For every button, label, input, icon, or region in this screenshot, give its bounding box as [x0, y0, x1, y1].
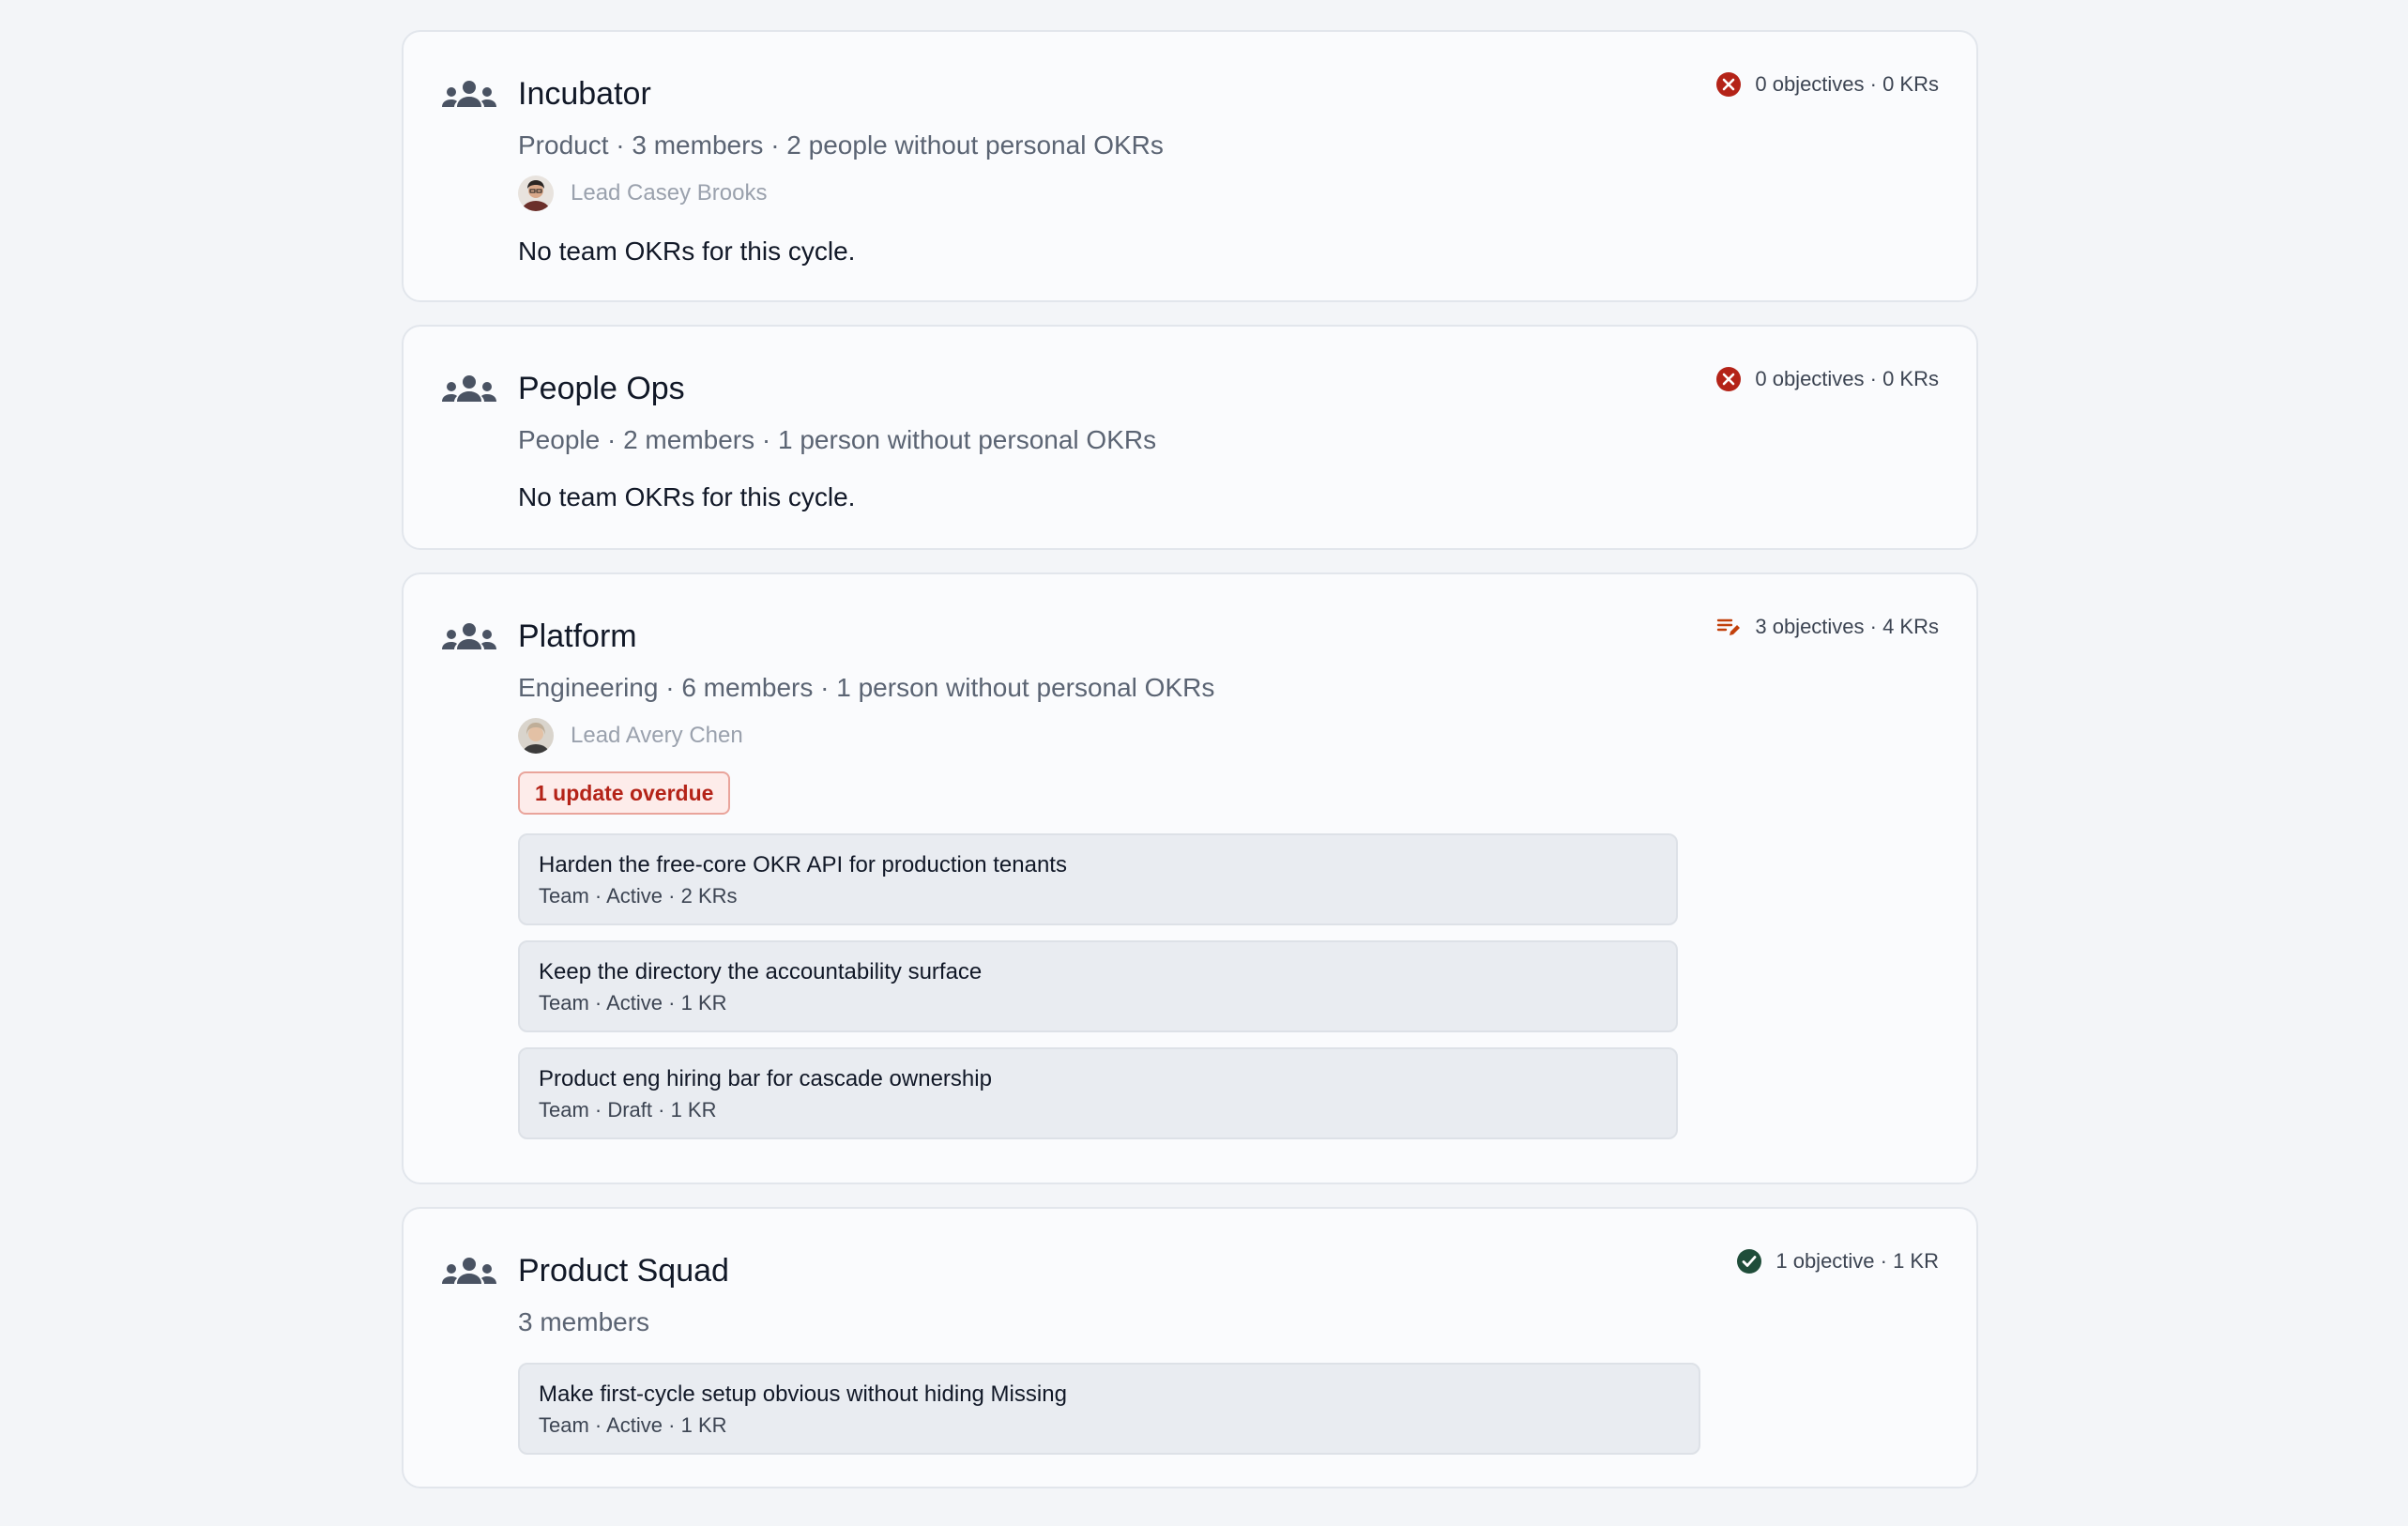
- error-circle-icon: [1715, 366, 1742, 392]
- team-meta: Product · 3 members · 2 people without p…: [518, 130, 1164, 160]
- team-meta: 3 members: [518, 1307, 650, 1336]
- lead-name: Lead Avery Chen: [571, 723, 743, 748]
- overdue-badge: 1 update overdue: [518, 771, 731, 815]
- objective-meta: Team · Draft · 1 KR: [539, 1098, 717, 1122]
- team-lead: Lead Avery Chen: [518, 717, 1939, 755]
- avatar: [518, 718, 554, 754]
- team-icon: [441, 1254, 497, 1291]
- objective-list: Make first-cycle setup obvious without h…: [518, 1363, 1939, 1455]
- team-card-incubator[interactable]: Incubator Product · 3 members · 2 people…: [402, 30, 1978, 302]
- objective-item[interactable]: Harden the free-core OKR API for product…: [518, 833, 1678, 925]
- team-lead: Lead Casey Brooks: [518, 175, 1939, 212]
- objective-item[interactable]: Product eng hiring bar for cascade owner…: [518, 1047, 1678, 1139]
- objective-title: Make first-cycle setup obvious without h…: [539, 1381, 1067, 1407]
- okr-summary: 0 objectives · 0 KRs: [1715, 69, 1939, 99]
- team-icon: [441, 372, 497, 409]
- empty-okr-note: No team OKRs for this cycle.: [518, 237, 856, 266]
- objective-meta: Team · Active · 1 KR: [539, 1413, 727, 1437]
- empty-okr-note: No team OKRs for this cycle.: [518, 482, 856, 511]
- okr-summary: 3 objectives · 4 KRs: [1715, 612, 1939, 642]
- okr-summary: 0 objectives · 0 KRs: [1715, 364, 1939, 394]
- avatar: [518, 175, 554, 211]
- team-card-platform[interactable]: Platform Engineering · 6 members · 1 per…: [402, 572, 1978, 1184]
- objective-item[interactable]: Keep the directory the accountability su…: [518, 940, 1678, 1032]
- team-meta: Engineering · 6 members · 1 person witho…: [518, 673, 1215, 702]
- team-icon: [441, 77, 497, 114]
- okr-summary-text: 1 objective · 1 KR: [1776, 1249, 1939, 1273]
- okr-summary-text: 3 objectives · 4 KRs: [1755, 615, 1939, 638]
- team-meta: People · 2 members · 1 person without pe…: [518, 425, 1157, 454]
- check-circle-icon: [1736, 1248, 1762, 1274]
- team-card-product-squad[interactable]: Product Squad 3 members Make first-cycle…: [402, 1207, 1978, 1488]
- team-list: Incubator Product · 3 members · 2 people…: [402, 30, 1978, 1511]
- lead-name: Lead Casey Brooks: [571, 180, 768, 206]
- team-card-people-ops[interactable]: People Ops People · 2 members · 1 person…: [402, 325, 1978, 550]
- okr-summary-text: 0 objectives · 0 KRs: [1755, 367, 1939, 390]
- team-icon: [441, 619, 497, 657]
- error-circle-icon: [1715, 71, 1742, 98]
- team-name[interactable]: Product Squad: [518, 1250, 1939, 1291]
- objective-list: Harden the free-core OKR API for product…: [518, 833, 1939, 1139]
- objective-title: Product eng hiring bar for cascade owner…: [539, 1066, 992, 1091]
- objective-item[interactable]: Make first-cycle setup obvious without h…: [518, 1363, 1700, 1455]
- objective-meta: Team · Active · 1 KR: [539, 991, 727, 1015]
- objective-title: Harden the free-core OKR API for product…: [539, 852, 1067, 877]
- edit-list-icon: [1715, 614, 1742, 640]
- objective-title: Keep the directory the accountability su…: [539, 959, 983, 984]
- objective-meta: Team · Active · 2 KRs: [539, 884, 738, 908]
- okr-summary-text: 0 objectives · 0 KRs: [1755, 72, 1939, 96]
- okr-summary: 1 objective · 1 KR: [1736, 1246, 1939, 1276]
